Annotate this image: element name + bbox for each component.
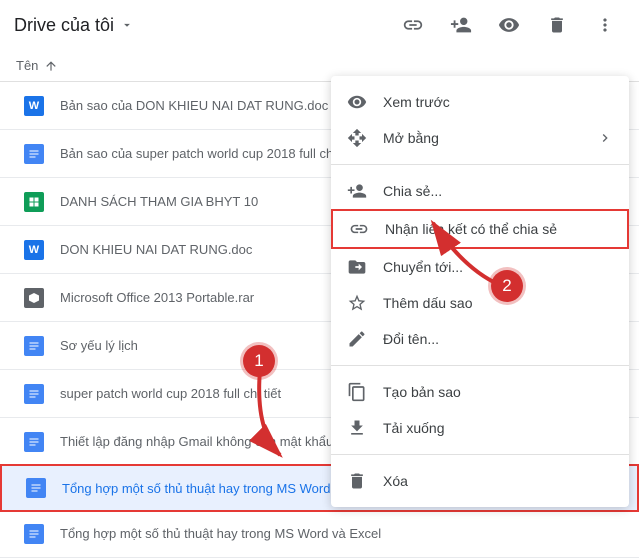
- star-icon: [347, 293, 367, 313]
- menu-label: Xem trước: [383, 94, 613, 110]
- menu-get-shareable-link[interactable]: Nhận liên kết có thể chia sẻ: [331, 209, 629, 249]
- breadcrumb-label: Drive của tôi: [14, 15, 114, 36]
- menu-label: Mở bằng: [383, 130, 597, 146]
- download-icon: [347, 418, 367, 438]
- chevron-down-icon: [120, 18, 134, 32]
- get-link-button[interactable]: [393, 5, 433, 45]
- menu-preview[interactable]: Xem trước: [331, 84, 629, 120]
- docs-file-icon: [24, 524, 44, 544]
- trash-icon: [347, 471, 367, 491]
- link-icon: [349, 219, 369, 239]
- column-header-label: Tên: [16, 58, 38, 73]
- menu-divider: [331, 365, 629, 366]
- file-row[interactable]: Tổng hợp một số thủ thuật hay trong MS W…: [0, 510, 639, 558]
- more-button[interactable]: [585, 5, 625, 45]
- docs-file-icon: [24, 384, 44, 404]
- menu-divider: [331, 454, 629, 455]
- open-with-icon: [347, 128, 367, 148]
- file-name: Tổng hợp một số thủ thuật hay trong MS W…: [60, 526, 615, 541]
- menu-label: Tải xuống: [383, 420, 613, 436]
- annotation-badge-1: 1: [243, 345, 275, 377]
- docs-file-icon: [26, 478, 46, 498]
- menu-make-copy[interactable]: Tạo bản sao: [331, 374, 629, 410]
- preview-button[interactable]: [489, 5, 529, 45]
- menu-divider: [331, 164, 629, 165]
- pencil-icon: [347, 329, 367, 349]
- menu-open-with[interactable]: Mở bằng: [331, 120, 629, 156]
- docs-file-icon: [24, 144, 44, 164]
- docs-file-icon: [24, 336, 44, 356]
- menu-download[interactable]: Tải xuống: [331, 410, 629, 446]
- person-add-icon: [347, 181, 367, 201]
- rar-file-icon: [24, 288, 44, 308]
- word-file-icon: W: [24, 96, 44, 116]
- context-menu: Xem trước Mở bằng Chia sẻ... Nhận liên k…: [331, 76, 629, 507]
- sheets-file-icon: [24, 192, 44, 212]
- breadcrumb[interactable]: Drive của tôi: [14, 15, 134, 36]
- menu-label: Nhận liên kết có thể chia sẻ: [385, 221, 611, 237]
- docs-file-icon: [24, 432, 44, 452]
- menu-move-to[interactable]: Chuyển tới...: [331, 249, 629, 285]
- annotation-badge-2: 2: [491, 270, 523, 302]
- menu-label: Xóa: [383, 473, 613, 489]
- menu-label: Chia sẻ...: [383, 183, 613, 199]
- menu-share[interactable]: Chia sẻ...: [331, 173, 629, 209]
- eye-icon: [347, 92, 367, 112]
- menu-label: Đổi tên...: [383, 331, 613, 347]
- share-button[interactable]: [441, 5, 481, 45]
- word-file-icon: W: [24, 240, 44, 260]
- menu-add-star[interactable]: Thêm dấu sao: [331, 285, 629, 321]
- toolbar: [393, 5, 625, 45]
- menu-rename[interactable]: Đổi tên...: [331, 321, 629, 357]
- move-icon: [347, 257, 367, 277]
- menu-label: Tạo bản sao: [383, 384, 613, 400]
- menu-remove[interactable]: Xóa: [331, 463, 629, 499]
- copy-icon: [347, 382, 367, 402]
- sort-arrow-icon: [44, 59, 58, 73]
- chevron-right-icon: [597, 130, 613, 146]
- remove-button[interactable]: [537, 5, 577, 45]
